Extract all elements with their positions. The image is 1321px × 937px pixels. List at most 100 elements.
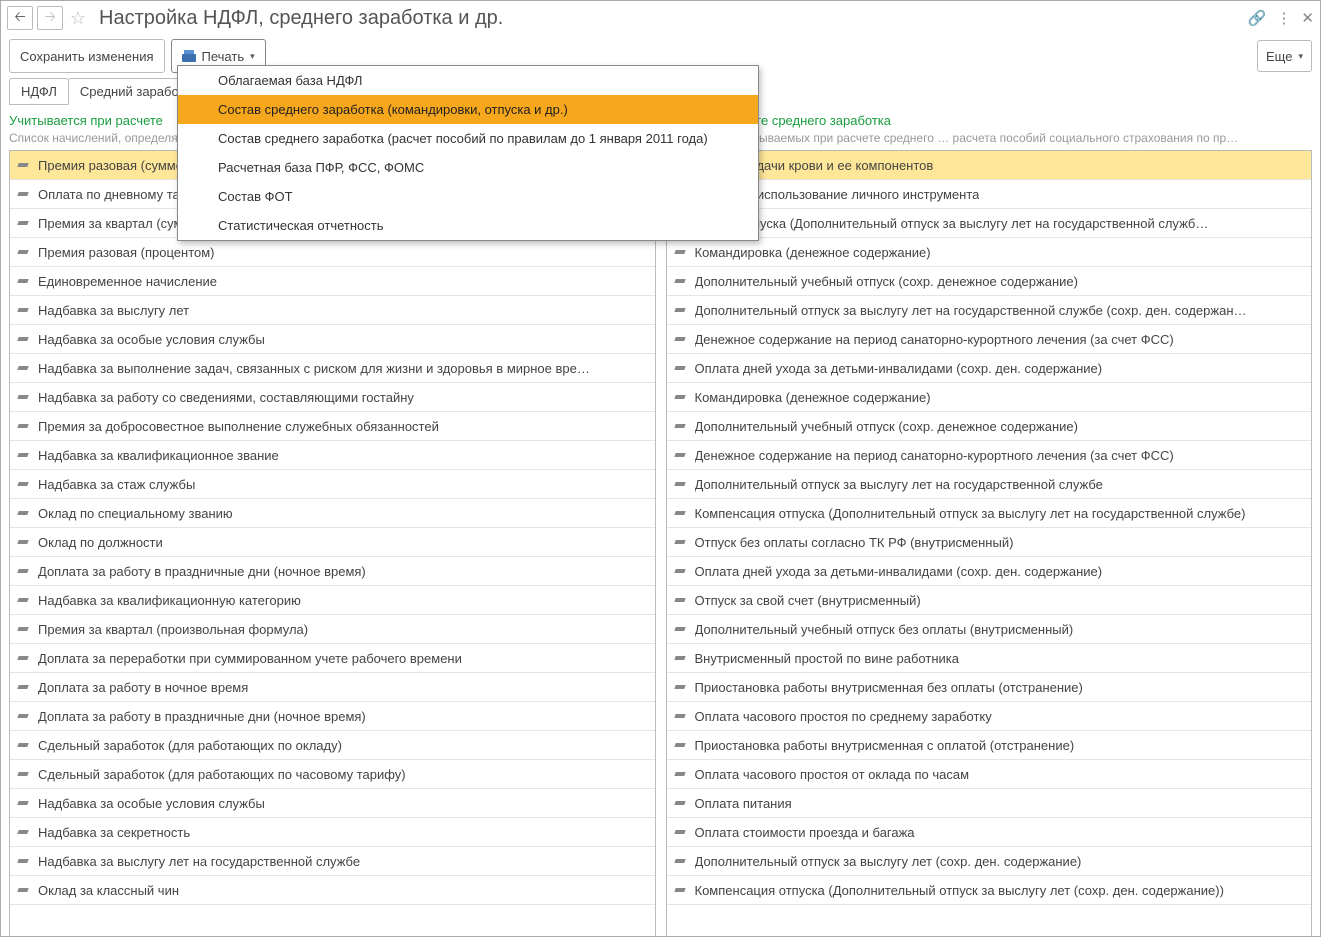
tab-0[interactable]: НДФЛ	[9, 78, 69, 105]
item-label: Приостановка работы внутрисменная без оп…	[695, 680, 1083, 695]
item-label: Оплата стоимости проезда и багажа	[695, 825, 915, 840]
list-item[interactable]: Дополнительный учебный отпуск (сохр. ден…	[667, 267, 1312, 296]
print-menu-item[interactable]: Расчетная база ПФР, ФСС, ФОМС	[178, 153, 758, 182]
print-menu-item[interactable]: Состав среднего заработка (командировки,…	[178, 95, 758, 124]
list-item[interactable]: Приостановка работы внутрисменная без оп…	[667, 673, 1312, 702]
list-item[interactable]: Оплата дней ухода за детьми-инвалидами (…	[667, 354, 1312, 383]
item-icon	[18, 568, 30, 574]
list-item[interactable]: Отпуск без оплаты согласно ТК РФ (внутри…	[667, 528, 1312, 557]
close-icon[interactable]: ✕	[1301, 9, 1314, 27]
item-label: Доплата за работу в праздничные дни (ноч…	[38, 709, 366, 724]
list-item[interactable]: Надбавка за квалификационное звание	[10, 441, 655, 470]
item-label: Доплата за переработки при суммированном…	[38, 651, 462, 666]
list-item[interactable]: Оклад по должности	[10, 528, 655, 557]
list-item[interactable]: Доплата за работу в праздничные дни (ноч…	[10, 702, 655, 731]
nav-forward-button[interactable]: 🡢	[37, 6, 63, 30]
item-label: Дополнительный учебный отпуск без оплаты…	[695, 622, 1074, 637]
item-icon	[18, 220, 30, 226]
item-label: Денежное содержание на период санаторно-…	[695, 332, 1174, 347]
list-item[interactable]: Дополнительный отпуск за выслугу лет на …	[667, 470, 1312, 499]
print-menu-item[interactable]: Состав ФОТ	[178, 182, 758, 211]
item-label: Дополнительный учебный отпуск (сохр. ден…	[695, 274, 1078, 289]
item-label: Дополнительный отпуск за выслугу лет на …	[695, 303, 1247, 318]
print-menu-item[interactable]: Облагаемая база НДФЛ	[178, 66, 758, 95]
list-item[interactable]: Оклад по специальному званию	[10, 499, 655, 528]
item-icon	[675, 394, 687, 400]
print-menu-item[interactable]: Состав среднего заработка (расчет пособи…	[178, 124, 758, 153]
list-item[interactable]: Надбавка за секретность	[10, 818, 655, 847]
list-item[interactable]: Доплата за переработки при суммированном…	[10, 644, 655, 673]
item-icon	[18, 742, 30, 748]
list-item[interactable]: …за дни сдачи крови и ее компонентов	[667, 151, 1312, 180]
item-label: Надбавка за квалификационную категорию	[38, 593, 301, 608]
list-item[interactable]: Денежное содержание на период санаторно-…	[667, 325, 1312, 354]
item-icon	[18, 684, 30, 690]
list-item[interactable]: Надбавка за выслугу лет	[10, 296, 655, 325]
item-label: Оклад по должности	[38, 535, 163, 550]
list-item[interactable]: Надбавка за выслугу лет на государственн…	[10, 847, 655, 876]
item-label: Надбавка за выполнение задач, связанных …	[38, 361, 590, 376]
list-item[interactable]: …ация за использование личного инструмен…	[667, 180, 1312, 209]
list-item[interactable]: Командировка (денежное содержание)	[667, 238, 1312, 267]
item-label: Компенсация отпуска (Дополнительный отпу…	[695, 506, 1246, 521]
kebab-menu-icon[interactable]: ⋮	[1276, 9, 1291, 27]
list-item[interactable]: Сдельный заработок (для работающих по ча…	[10, 760, 655, 789]
list-item[interactable]: Командировка (денежное содержание)	[667, 383, 1312, 412]
list-item[interactable]: Дополнительный отпуск за выслугу лет на …	[667, 296, 1312, 325]
print-dropdown: Облагаемая база НДФЛСостав среднего зара…	[177, 65, 759, 241]
left-list[interactable]: Премия разовая (суммой)Оплата по дневном…	[10, 151, 655, 937]
list-item[interactable]: Оклад за классный чин	[10, 876, 655, 905]
list-item[interactable]: Надбавка за выполнение задач, связанных …	[10, 354, 655, 383]
list-item[interactable]: Внутрисменный простой по вине работника	[667, 644, 1312, 673]
list-item[interactable]: Надбавка за стаж службы	[10, 470, 655, 499]
list-item[interactable]: Доплата за работу в праздничные дни (ноч…	[10, 557, 655, 586]
item-icon	[18, 307, 30, 313]
list-item[interactable]: Оплата питания	[667, 789, 1312, 818]
item-icon	[675, 481, 687, 487]
list-item[interactable]: Компенсация отпуска (Дополнительный отпу…	[667, 876, 1312, 905]
list-item[interactable]: Компенсация отпуска (Дополнительный отпу…	[667, 499, 1312, 528]
list-item[interactable]: Единовременное начисление	[10, 267, 655, 296]
nav-back-button[interactable]: 🡠	[7, 6, 33, 30]
item-icon	[675, 307, 687, 313]
print-menu-item[interactable]: Статистическая отчетность	[178, 211, 758, 240]
list-item[interactable]: Дополнительный учебный отпуск без оплаты…	[667, 615, 1312, 644]
list-item[interactable]: Оплата часового простоя по среднему зара…	[667, 702, 1312, 731]
list-item[interactable]: Премия разовая (процентом)	[10, 238, 655, 267]
list-item[interactable]: Надбавка за квалификационную категорию	[10, 586, 655, 615]
item-icon	[675, 452, 687, 458]
item-icon	[18, 365, 30, 371]
item-icon	[675, 684, 687, 690]
item-label: Премия за квартал (произвольная формула)	[38, 622, 308, 637]
item-label: Премия за добросовестное выполнение служ…	[38, 419, 439, 434]
list-item[interactable]: Премия за квартал (произвольная формула)	[10, 615, 655, 644]
list-item[interactable]: Оплата часового простоя от оклада по час…	[667, 760, 1312, 789]
list-item[interactable]: Отпуск за свой счет (внутрисменный)	[667, 586, 1312, 615]
item-icon	[18, 452, 30, 458]
list-item[interactable]: Оплата дней ухода за детьми-инвалидами (…	[667, 557, 1312, 586]
list-item[interactable]: Дополнительный учебный отпуск (сохр. ден…	[667, 412, 1312, 441]
list-item[interactable]: Сдельный заработок (для работающих по ок…	[10, 731, 655, 760]
link-icon[interactable]: 🔗	[1248, 9, 1267, 27]
favorite-star-icon[interactable]: ☆	[67, 8, 89, 29]
more-button[interactable]: Еще ▾	[1257, 40, 1312, 72]
list-item[interactable]: Оплата стоимости проезда и багажа	[667, 818, 1312, 847]
list-item[interactable]: Денежное содержание на период санаторно-…	[667, 441, 1312, 470]
more-button-label: Еще	[1266, 49, 1292, 64]
item-label: Надбавка за стаж службы	[38, 477, 195, 492]
item-icon	[675, 829, 687, 835]
list-item[interactable]: Надбавка за особые условия службы	[10, 789, 655, 818]
list-item[interactable]: Доплата за работу в ночное время	[10, 673, 655, 702]
item-icon	[675, 510, 687, 516]
list-item[interactable]: …ация отпуска (Дополнительный отпуск за …	[667, 209, 1312, 238]
titlebar: 🡠 🡢 ☆ Настройка НДФЛ, среднего заработка…	[1, 1, 1320, 35]
list-item[interactable]: Приостановка работы внутрисменная с опла…	[667, 731, 1312, 760]
list-item[interactable]: Дополнительный отпуск за выслугу лет (со…	[667, 847, 1312, 876]
list-item[interactable]: Надбавка за особые условия службы	[10, 325, 655, 354]
right-list[interactable]: …за дни сдачи крови и ее компонентов…аци…	[667, 151, 1312, 937]
list-item[interactable]: Надбавка за работу со сведениями, состав…	[10, 383, 655, 412]
save-button[interactable]: Сохранить изменения	[9, 39, 165, 73]
item-icon	[18, 278, 30, 284]
item-icon	[675, 423, 687, 429]
list-item[interactable]: Премия за добросовестное выполнение служ…	[10, 412, 655, 441]
